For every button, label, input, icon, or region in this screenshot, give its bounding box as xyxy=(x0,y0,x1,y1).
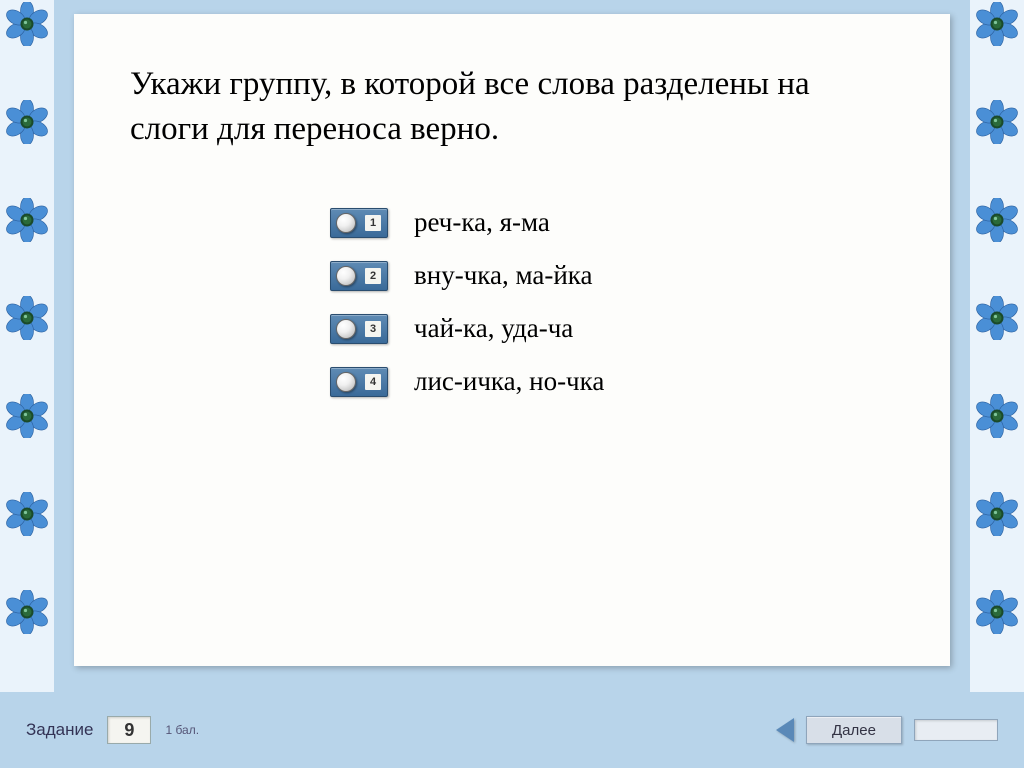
flower-icon xyxy=(975,296,1019,340)
option-row: 1 реч-ка, я-ма xyxy=(330,207,894,238)
radio-number: 3 xyxy=(365,321,381,337)
flower-icon xyxy=(975,2,1019,46)
option-text: вну-чка, ма-йка xyxy=(414,260,592,291)
option-row: 4 лис-ичка, но-чка xyxy=(330,366,894,397)
radio-number: 2 xyxy=(365,268,381,284)
flower-icon xyxy=(5,394,49,438)
radio-circle-icon xyxy=(336,319,356,339)
footer-bar: Задание 9 1 бал. Далее xyxy=(0,692,1024,768)
left-border-strip xyxy=(0,0,54,692)
task-number-box: 9 xyxy=(107,716,151,744)
points-label: 1 бал. xyxy=(165,723,199,737)
flower-icon xyxy=(5,590,49,634)
radio-circle-icon xyxy=(336,372,356,392)
flower-icon xyxy=(975,492,1019,536)
radio-number: 1 xyxy=(365,215,381,231)
radio-button-3[interactable]: 3 xyxy=(330,314,388,344)
flower-icon xyxy=(975,394,1019,438)
option-text: лис-ичка, но-чка xyxy=(414,366,604,397)
flower-icon xyxy=(975,100,1019,144)
options-group: 1 реч-ка, я-ма 2 вну-чка, ма-йка 3 чай-к… xyxy=(330,207,894,397)
option-row: 2 вну-чка, ма-йка xyxy=(330,260,894,291)
radio-button-4[interactable]: 4 xyxy=(330,367,388,397)
next-button[interactable]: Далее xyxy=(806,716,902,744)
right-border-strip xyxy=(970,0,1024,692)
radio-circle-icon xyxy=(336,213,356,233)
radio-button-2[interactable]: 2 xyxy=(330,261,388,291)
question-text: Укажи группу, в которой все слова раздел… xyxy=(130,62,894,151)
option-text: чай-ка, уда-ча xyxy=(414,313,573,344)
radio-button-1[interactable]: 1 xyxy=(330,208,388,238)
option-row: 3 чай-ка, уда-ча xyxy=(330,313,894,344)
flower-icon xyxy=(5,492,49,536)
flower-icon xyxy=(5,2,49,46)
arrow-left-icon[interactable] xyxy=(776,718,794,742)
flower-icon xyxy=(975,590,1019,634)
radio-circle-icon xyxy=(336,266,356,286)
flower-icon xyxy=(5,100,49,144)
radio-number: 4 xyxy=(365,374,381,390)
option-text: реч-ка, я-ма xyxy=(414,207,550,238)
flower-icon xyxy=(5,198,49,242)
progress-box xyxy=(914,719,998,741)
task-label: Задание xyxy=(26,720,93,740)
content-card: Укажи группу, в которой все слова раздел… xyxy=(74,14,950,666)
flower-icon xyxy=(5,296,49,340)
flower-icon xyxy=(975,198,1019,242)
